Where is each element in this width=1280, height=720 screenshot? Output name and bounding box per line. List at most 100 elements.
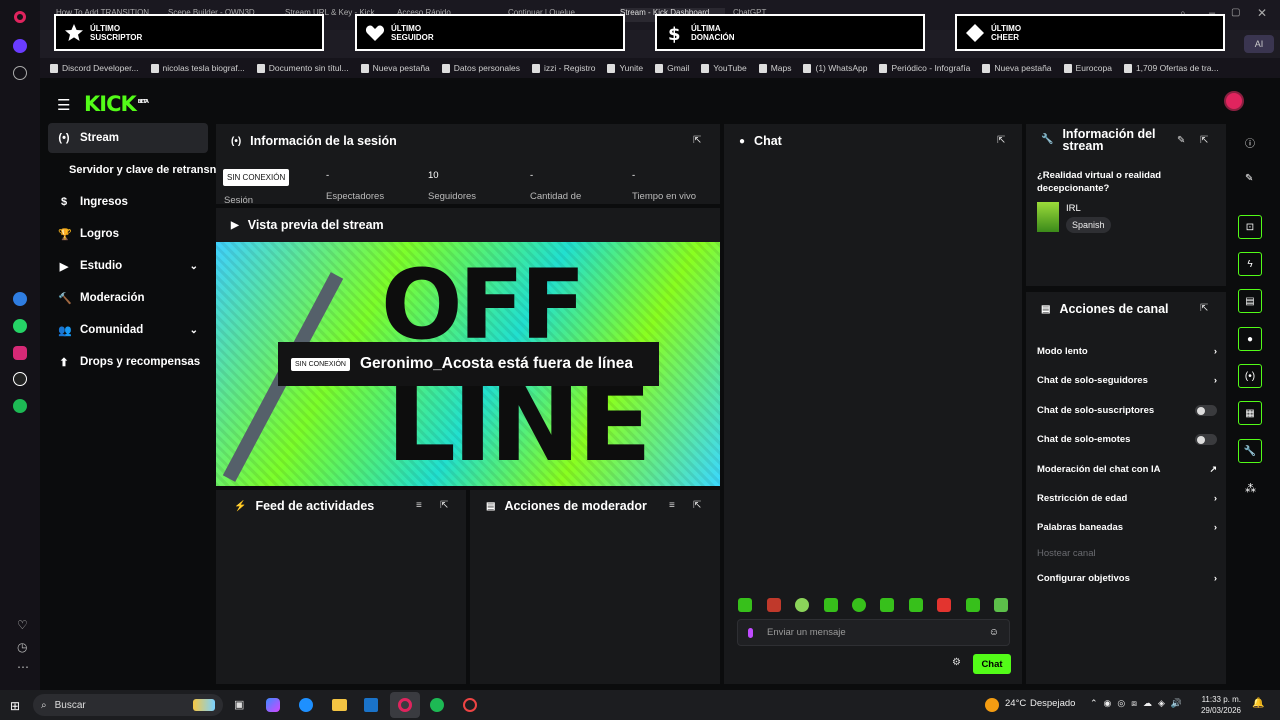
nav-item-community[interactable]: 👥 Comunidad ⌄ — [48, 315, 208, 345]
popout-icon[interactable]: ⇱ — [440, 500, 448, 511]
bookmark-item[interactable]: Datos personales — [441, 63, 520, 73]
notification-icon[interactable]: 🔔 — [1252, 698, 1264, 709]
whatsapp-icon[interactable] — [13, 319, 27, 333]
spotify-icon[interactable] — [13, 399, 27, 413]
messenger-icon[interactable] — [13, 292, 27, 306]
system-tray-icons[interactable]: ⌃◉◎⧈☁◈🔊 — [1090, 698, 1188, 709]
clock-date[interactable]: 29/03/2026 — [1199, 706, 1241, 715]
popout-icon[interactable]: ⇱ — [693, 500, 701, 511]
home-icon[interactable] — [13, 39, 27, 53]
more-apps-icon[interactable]: ⁂ — [1245, 482, 1256, 495]
filter-icon[interactable]: ≡ — [416, 500, 422, 511]
nav-item-studio[interactable]: ▶ Estudio ⌄ — [48, 251, 208, 281]
layout-icon[interactable]: ▦ — [1238, 401, 1262, 425]
bookmark-item[interactable]: Discord Developer... — [50, 63, 139, 73]
filter-icon[interactable]: ≡ — [669, 500, 675, 511]
windows-start-icon[interactable]: ⊞ — [10, 699, 20, 713]
category-thumbnail[interactable] — [1037, 202, 1059, 232]
popout-icon[interactable]: ⇱ — [693, 135, 701, 146]
star-icon[interactable] — [13, 66, 27, 80]
emote-icon[interactable] — [994, 598, 1008, 612]
emote-icon[interactable] — [880, 598, 894, 612]
nav-item-stream[interactable]: (•) Stream — [48, 123, 208, 153]
chat-input[interactable]: Enviar un mensaje ☺ — [737, 619, 1010, 646]
action-slow-mode[interactable]: Modo lento › — [1037, 346, 1217, 357]
emote-icon[interactable] — [767, 598, 781, 612]
bookmark-item[interactable]: YouTube — [701, 63, 747, 73]
bookmark-item[interactable]: izzi - Registro — [531, 63, 595, 73]
avatar[interactable] — [1224, 91, 1244, 111]
close-icon[interactable]: ✕ — [1257, 6, 1267, 20]
popout-icon[interactable]: ⇱ — [1200, 303, 1208, 314]
spotify-icon[interactable] — [430, 698, 444, 712]
chat-icon[interactable]: ● — [1238, 327, 1262, 351]
action-ai-moderation[interactable]: Moderación del chat con IA ↗ — [1037, 464, 1217, 475]
more-icon[interactable]: ⋯ — [17, 660, 29, 674]
history-icon[interactable]: ◷ — [17, 640, 27, 654]
emote-icon[interactable] — [738, 598, 752, 612]
bookmark-item[interactable]: Eurocopa — [1063, 63, 1112, 73]
nav-item-moderation[interactable]: 🔨 Moderación — [48, 283, 208, 313]
task-view-icon[interactable]: ▣ — [234, 698, 244, 711]
emote-icon[interactable] — [795, 598, 809, 612]
action-age-restriction[interactable]: Restricción de edad › — [1037, 493, 1217, 504]
emoji-icon[interactable]: ☺ — [989, 627, 999, 638]
clipboard-icon[interactable]: ▤ — [1238, 289, 1262, 313]
emote-icon[interactable] — [852, 598, 866, 612]
file-explorer-icon[interactable] — [332, 699, 347, 711]
chat-send-button[interactable]: Chat — [973, 654, 1011, 674]
edge-icon[interactable] — [299, 698, 313, 712]
bookmark-item[interactable]: Gmail — [655, 63, 689, 73]
action-banned-words[interactable]: Palabras baneadas › — [1037, 522, 1217, 533]
bookmark-item[interactable]: Yunite — [607, 63, 643, 73]
action-goals[interactable]: Configurar objetivos › — [1037, 573, 1217, 584]
nav-item-achievements[interactable]: 🏆 Logros — [48, 219, 208, 249]
weather-temp[interactable]: 24°C — [1005, 698, 1026, 709]
bookmark-item[interactable]: 1,709 Ofertas de tra... — [1123, 63, 1219, 73]
action-followers-only[interactable]: Chat de solo-seguidores › — [1037, 375, 1217, 386]
edit-icon[interactable]: ✎ — [1177, 135, 1185, 146]
emote-icon[interactable] — [909, 598, 923, 612]
bookmark-item[interactable]: nicolas tesla biograf... — [150, 63, 245, 73]
nav-item-revenue[interactable]: $ Ingresos — [48, 187, 208, 217]
menu-icon[interactable]: ☰ — [57, 96, 70, 114]
broadcast-icon[interactable]: (•) — [1238, 364, 1262, 388]
obs-icon[interactable] — [463, 698, 477, 712]
taskbar-search[interactable]: ⌕ Buscar — [33, 694, 223, 716]
edit-icon[interactable]: ✎ — [1245, 173, 1253, 184]
info-icon[interactable]: ⓘ — [1245, 135, 1255, 150]
nav-item-drops[interactable]: ⬆ Drops y recompensas — [48, 347, 208, 377]
emote-icon[interactable] — [937, 598, 951, 612]
action-emotes-only[interactable]: Chat de solo-emotes — [1037, 434, 1217, 445]
toggle-switch[interactable] — [1195, 405, 1217, 416]
outlook-icon[interactable] — [364, 698, 378, 712]
bookmark-item[interactable]: Documento sin títul... — [256, 63, 349, 73]
bookmark-item[interactable]: Nueva pestaña — [360, 63, 430, 73]
clock-time[interactable]: 11:33 p. m. — [1199, 695, 1241, 704]
nav-item-server-key[interactable]: Servidor y clave de retransn — [48, 155, 218, 185]
wrench-icon[interactable]: 🔧 — [1238, 439, 1262, 463]
mic-icon[interactable] — [748, 627, 753, 638]
emote-icon[interactable] — [966, 598, 980, 612]
bookmark-item[interactable]: (1) WhatsApp — [803, 63, 867, 73]
maximize-icon[interactable]: ▢ — [1231, 7, 1240, 18]
action-subscribers-only[interactable]: Chat de solo-suscriptores — [1037, 405, 1217, 416]
popout-icon[interactable]: ⇱ — [997, 135, 1005, 146]
popout-icon[interactable]: ⇱ — [1200, 135, 1208, 146]
ai-button[interactable]: AI — [1244, 35, 1274, 53]
opera-taskbar-button[interactable] — [390, 692, 420, 718]
gear-icon[interactable]: ⚙ — [952, 657, 961, 668]
weather-desc[interactable]: Despejado — [1030, 698, 1075, 709]
copilot-icon[interactable] — [266, 698, 280, 712]
emote-icon[interactable] — [824, 598, 838, 612]
bookmark-item[interactable]: Nueva pestaña — [982, 63, 1052, 73]
heart-icon[interactable]: ♡ — [17, 618, 28, 632]
bookmark-item[interactable]: Maps — [758, 63, 791, 73]
bookmark-item[interactable]: Periódico - Infografía — [879, 63, 970, 73]
scan-icon[interactable]: ⊡ — [1238, 215, 1262, 239]
lightning-icon[interactable]: ϟ — [1238, 252, 1262, 276]
instagram-icon[interactable] — [13, 346, 27, 360]
kick-logo[interactable]: KICK BETA — [84, 92, 149, 116]
opera-logo-icon[interactable] — [14, 11, 26, 23]
tiktok-icon[interactable] — [13, 372, 27, 386]
